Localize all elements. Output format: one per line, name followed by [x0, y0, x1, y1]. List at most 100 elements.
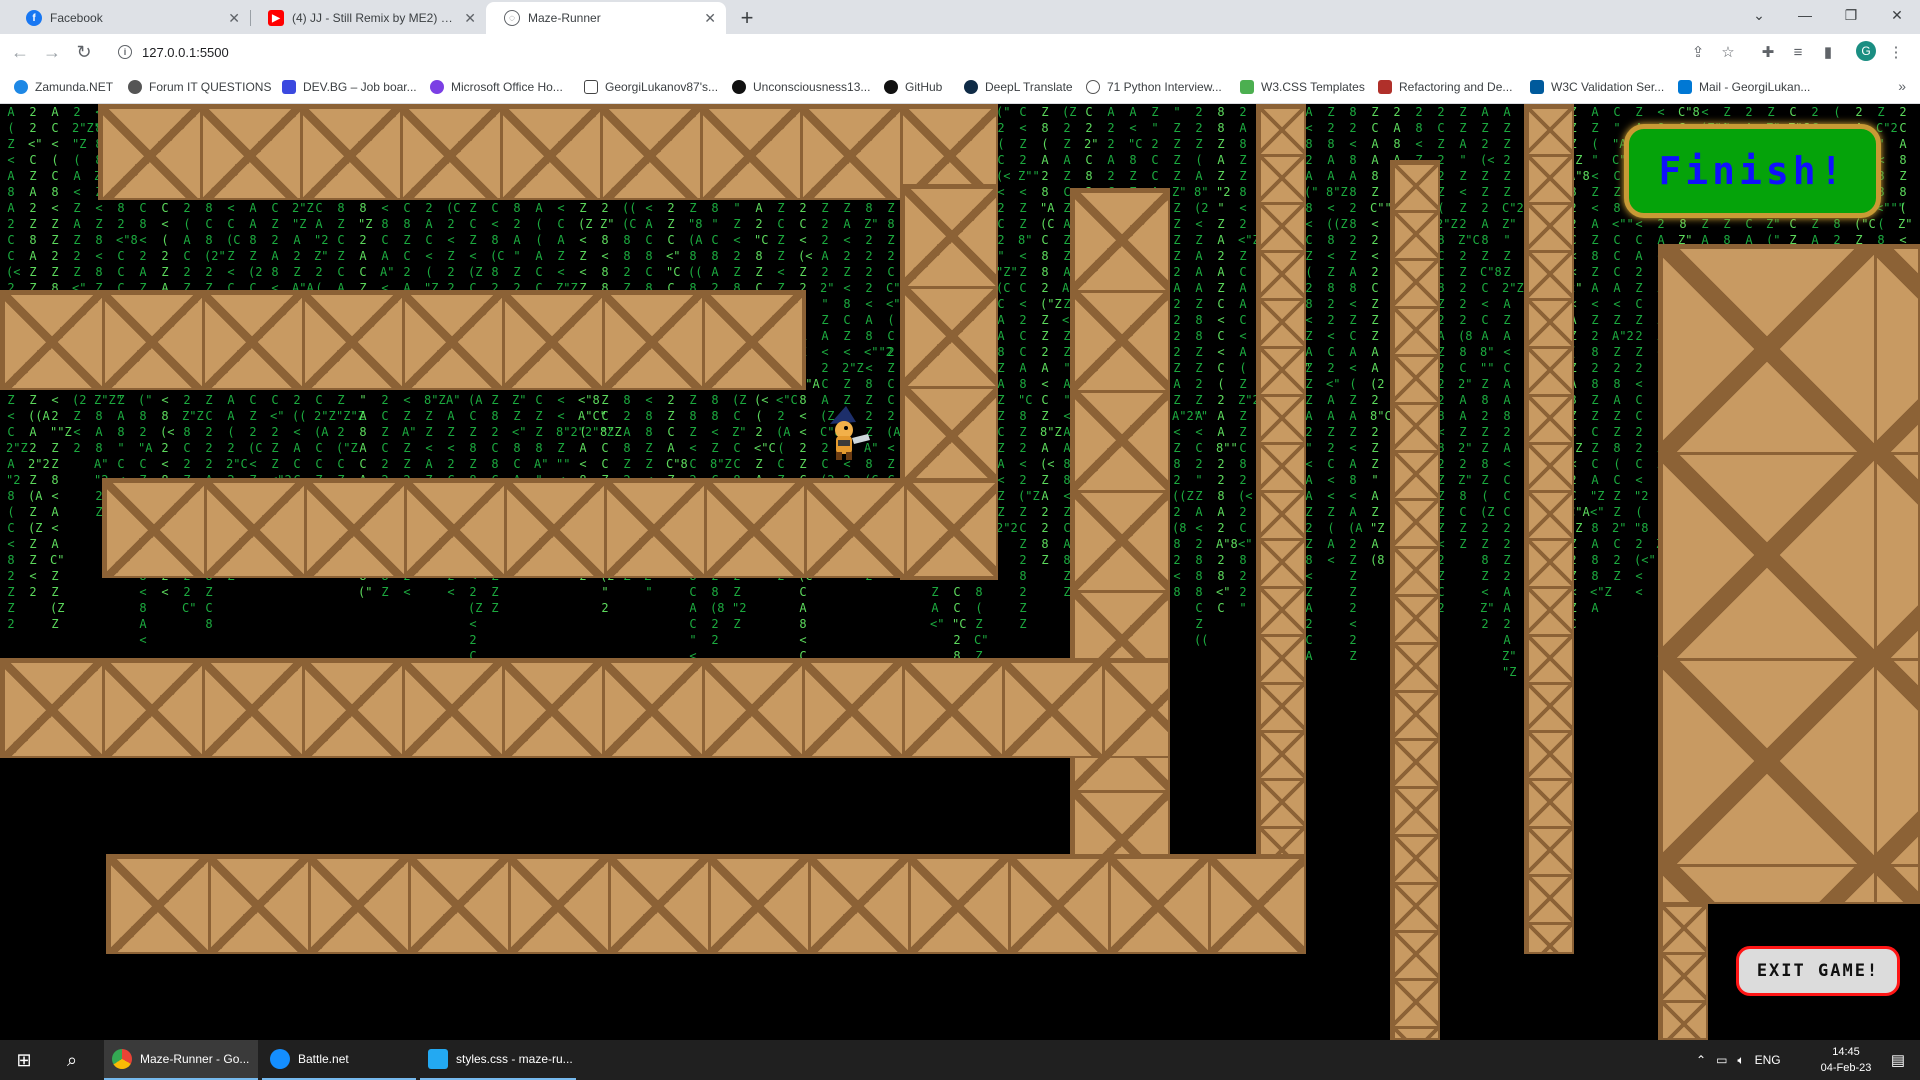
windows-taskbar: ⊞ ⌕ Maze-Runner - Go... Battle.net style… [0, 1040, 1920, 1080]
code-rain-column: Z2 8AA 8"Z<((Z8 < Z82 2 <C2<" A A Z2C<<Z… [1326, 105, 1348, 567]
maze-wall [106, 854, 1306, 954]
maze-wall [0, 290, 806, 390]
taskbar-app-chrome[interactable]: Maze-Runner - Go... [104, 1040, 258, 1080]
network-icon[interactable]: ▭ [1716, 1053, 1727, 1067]
code-rain-column: 22"Z" "Z( A< Z AZ 2 Z <" C82 Z" Z < (2 Z… [72, 105, 101, 455]
new-tab-button[interactable]: + [733, 4, 761, 32]
code-rain-column: C " "AC"CCZ8<"" CCC A< Z A"2 Z28A ZZ 8( … [1612, 105, 1634, 583]
mail-icon [1678, 80, 1692, 94]
deepl-icon [964, 80, 978, 94]
more-bookmarks-icon[interactable]: » [1898, 78, 1906, 94]
taskbar-app-label: styles.css - maze-ru... [456, 1052, 573, 1066]
bookmark-item[interactable]: Unconsciousness13... [732, 77, 870, 97]
close-icon[interactable]: ✕ [228, 10, 240, 27]
tab-youtube[interactable]: ▶ (4) JJ - Still Remix by ME2) Origin ✕ [250, 2, 486, 34]
maze-wall [98, 104, 998, 200]
exit-game-button[interactable]: EXIT GAME! [1736, 946, 1900, 996]
bookmark-label: Forum IT QUESTIONS [149, 80, 272, 94]
site-info-icon[interactable]: i [118, 45, 132, 59]
bookmark-favicon-icon [1086, 80, 1100, 94]
bookmark-label: DEV.BG – Job boar... [303, 80, 417, 94]
maze-wall [1524, 104, 1574, 954]
bookmark-favicon-icon [14, 80, 28, 94]
code-rain-column: ZC A A8 ZC""Z"8<2<2 CZ ZZA A(2 2 8"C 2ZZ… [1370, 105, 1413, 567]
chrome-icon [112, 1049, 132, 1069]
w3-icon [1240, 80, 1254, 94]
bookmark-favicon-icon [1378, 80, 1392, 94]
address-bar[interactable]: i 127.0.0.1:5500 [108, 38, 1758, 66]
chevron-up-icon[interactable]: ⌃ [1696, 1053, 1706, 1067]
close-window-button[interactable]: ✕ [1874, 0, 1920, 30]
bookmark-item[interactable]: Zamunda.NET [14, 77, 113, 97]
url-text: 127.0.0.1:5500 [142, 44, 229, 60]
bookmark-item[interactable]: Forum IT QUESTIONS [128, 77, 271, 97]
maze-wall [1256, 104, 1306, 856]
tab-label: (4) JJ - Still Remix by ME2) Origin [292, 11, 459, 25]
profile-avatar[interactable]: G [1856, 41, 1876, 61]
finish-button[interactable]: Finish! [1624, 124, 1881, 218]
bookmark-item[interactable]: GitHub [884, 77, 942, 97]
notifications-icon[interactable]: ▤ [1876, 1040, 1920, 1080]
taskbar-app-battlenet[interactable]: Battle.net [262, 1040, 416, 1080]
battlenet-icon [270, 1049, 290, 1069]
tab-facebook[interactable]: f Facebook ✕ [8, 2, 250, 34]
tab-label: Maze-Runner [528, 11, 601, 25]
code-rain-column: A Z 2(<Z Z2A8 ZC"8C<CA 8" "" Z8 2Z Z8Z( … [1480, 105, 1502, 631]
forward-icon[interactable]: → [40, 40, 64, 64]
bookmark-item[interactable]: W3C Validation Ser... [1530, 77, 1664, 97]
bookmark-item[interactable]: DEV.BG – Job boar... [282, 77, 417, 97]
minimize-button[interactable]: — [1782, 0, 1828, 30]
bookmark-item[interactable]: 71 Python Interview... [1086, 77, 1222, 97]
language-indicator[interactable]: ENG [1755, 1053, 1781, 1067]
reading-list-icon[interactable]: ≡ [1788, 42, 1808, 62]
code-rain-column: AZZ 2 Z ZC"2 Z" " Z Z2"ZAZ A<CAA82 A<CCC… [1502, 105, 1524, 679]
bookmark-label: W3.CSS Templates [1261, 80, 1365, 94]
bookmark-label: DeepL Translate [985, 80, 1073, 94]
extensions-icon[interactable]: ✚ [1758, 42, 1778, 62]
bookmark-favicon-icon [584, 80, 598, 94]
side-panel-icon[interactable]: ▮ [1818, 42, 1838, 62]
restore-button[interactable]: ❐ [1828, 0, 1874, 30]
menu-icon[interactable]: ⋮ [1886, 42, 1906, 62]
system-tray: ⌃ ▭ 🔈︎ ENG [1696, 1040, 1781, 1080]
bookmark-favicon-icon [128, 80, 142, 94]
clock-date: 04-Feb-23 [1820, 1062, 1872, 1074]
bookmark-item[interactable]: W3.CSS Templates [1240, 77, 1365, 97]
bookmark-item[interactable]: GeorgiLukanov87's... [584, 77, 718, 97]
bookmarks-bar: Zamunda.NET Forum IT QUESTIONS DEV.BG – … [0, 70, 1920, 104]
code-rain-column: AC < ( C8<ZZ 2Z 8( 22 82 " < 2 ""ZZ Z8< … [50, 105, 72, 631]
code-rain-column: 2 2 <" C ZA2 Z8 A ZZZ 2"<8ZZ Z((AA22"2Z(… [28, 105, 50, 599]
bookmark-item[interactable]: Refactoring and De... [1378, 77, 1512, 97]
share-icon[interactable]: ⇪ [1688, 42, 1708, 62]
clock-time: 14:45 [1832, 1046, 1860, 1058]
volume-icon[interactable]: 🔈︎ [1737, 1053, 1744, 1068]
bookmark-favicon-icon [282, 80, 296, 94]
tab-maze-runner[interactable]: ◌ Maze-Runner ✕ [486, 2, 726, 34]
bookmark-label: Microsoft Office Ho... [451, 80, 563, 94]
facebook-icon: f [26, 10, 42, 26]
bookmark-label: 71 Python Interview... [1107, 80, 1222, 94]
windows-start-icon[interactable]: ⊞ [0, 1040, 48, 1080]
close-icon[interactable]: ✕ [464, 10, 476, 27]
bookmark-star-icon[interactable]: ☆ [1718, 42, 1738, 62]
w3c-icon [1530, 80, 1544, 94]
bookmark-item[interactable]: DeepL Translate [964, 77, 1073, 97]
reload-icon[interactable]: ↻ [72, 40, 96, 64]
bookmark-item[interactable]: Mail - GeorgiLukan... [1678, 77, 1810, 97]
bookmark-label: GitHub [905, 80, 943, 94]
taskbar-app-vscode[interactable]: styles.css - maze-ru... [420, 1040, 576, 1080]
search-icon[interactable]: ⌕ [48, 1040, 96, 1080]
code-rain-column: Z ZA " Z < Z2 Z"C 2Z 222(88C2" AA Z2" 2 … [1458, 105, 1480, 551]
code-rain-column: 82 <8 A 8 282ZA8 < Z C A< ( ZAZ < A8 < A… [1348, 105, 1363, 663]
back-icon[interactable]: ← [8, 40, 32, 64]
taskbar-app-label: Battle.net [298, 1052, 349, 1066]
maze-game-area: A ( Z<A 8A2 C C (< 2 < "Z82 ZA Z <C 2"Z … [0, 104, 1920, 1040]
bookmark-favicon-icon [430, 80, 444, 94]
clock[interactable]: 14:45 04-Feb-23 [1816, 1044, 1876, 1076]
bookmark-item[interactable]: Microsoft Office Ho... [430, 77, 563, 97]
tab-search-icon[interactable]: ⌄ [1736, 0, 1782, 30]
maze-wall [1390, 160, 1440, 1040]
close-icon[interactable]: ✕ [704, 10, 716, 27]
code-rain-column: ZA2 A < C2 < CA 2ZCZ2Z2 < CC 22C < "2( "… [1634, 105, 1656, 599]
youtube-icon: ▶ [268, 10, 284, 26]
